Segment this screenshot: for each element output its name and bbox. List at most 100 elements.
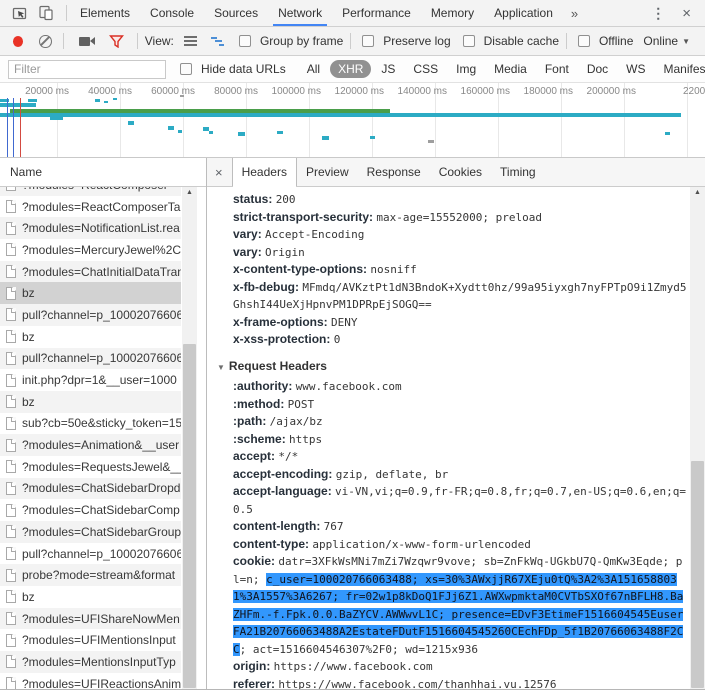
scrollbar-thumb[interactable] [183,344,196,688]
tab-network[interactable]: Network [268,0,332,26]
header-entry: status: 200 [233,191,688,209]
request-row[interactable]: pull?channel=p_10002076606 [0,304,181,326]
request-row[interactable]: ?modules=ChatInitialDataTran [0,261,181,283]
request-name: bz [22,330,35,344]
tab-sources[interactable]: Sources [204,0,268,26]
details-tab-preview[interactable]: Preview [297,158,358,186]
scroll-up-arrow-icon[interactable]: ▲ [182,189,197,196]
name-column-header[interactable]: Name [0,158,206,187]
load-event-marker [20,98,21,157]
header-name: accept-encoding: [233,467,332,481]
requests-scrollbar[interactable]: ▲ [182,187,197,689]
scrollbar-thumb[interactable] [691,461,704,688]
filter-type-doc[interactable]: Doc [579,60,616,78]
filter-type-all[interactable]: All [299,60,328,78]
disable-cache-checkbox[interactable] [463,35,475,47]
request-row[interactable]: ?modules=Animation&__user [0,434,181,456]
request-name: ?modules=ChatInitialDataTran [22,265,181,279]
request-row[interactable]: ?modules=NotificationList.rea [0,217,181,239]
request-row[interactable]: ?modules=UFIReactionsAnim [0,673,181,689]
details-scrollbar[interactable]: ▲ [690,187,705,689]
request-row[interactable]: bz [0,282,181,304]
timeline-tick-label: 80000 ms [198,86,258,97]
waterfall-bar [322,136,329,140]
request-row[interactable]: bz [0,391,181,413]
request-row[interactable]: ?modules=ReactComposerTa [0,196,181,218]
tab-console[interactable]: Console [140,0,204,26]
inspect-element-icon[interactable] [12,5,28,21]
request-row[interactable]: ?modules=ChatSidebarGroup [0,521,181,543]
disclosure-triangle-icon: ▼ [217,363,225,372]
clear-icon[interactable] [39,35,51,48]
request-row[interactable]: init.php?dpr=1&__user=1000 [0,369,181,391]
kebab-menu-icon[interactable]: ⋮ [642,5,674,22]
filter-type-ws[interactable]: WS [618,60,653,78]
section-header-request-headers[interactable]: ▼Request Headers [217,358,688,377]
filter-type-font[interactable]: Font [537,60,577,78]
scroll-up-arrow-icon[interactable]: ▲ [690,189,705,196]
request-row[interactable]: ?modules=ChatSidebarDropd [0,478,181,500]
request-row[interactable]: ?modules=RequestsJewel&__ [0,456,181,478]
more-tabs-chevron[interactable]: » [563,0,586,26]
request-row[interactable]: ?modules=ReactComposer [0,187,181,196]
details-tab-timing[interactable]: Timing [491,158,545,186]
hide-data-urls-checkbox[interactable] [180,63,192,75]
header-entry: x-xss-protection: 0 [233,331,688,349]
details-tab-response[interactable]: Response [358,158,430,186]
request-name: pull?channel=p_10002076606 [22,308,181,322]
throttling-dropdown-arrow-icon[interactable]: ▼ [682,37,690,46]
header-value: 200 [276,193,296,206]
request-row[interactable]: bz [0,586,181,608]
request-row[interactable]: pull?channel=p_10002076606 [0,348,181,370]
group-by-frame-checkbox[interactable] [239,35,251,47]
tab-elements[interactable]: Elements [70,0,140,26]
waterfall-bar [180,95,184,97]
divider [566,33,567,49]
header-value: max-age=15552000; preload [376,211,542,224]
timeline-tick-label: 100000 ms [261,86,321,97]
filter-type-xhr[interactable]: XHR [330,60,371,78]
throttling-select[interactable]: Online [643,34,678,48]
header-value: www.facebook.com [296,380,402,393]
filter-type-img[interactable]: Img [448,60,484,78]
request-row[interactable]: ?modules=UFIShareNowMen [0,608,181,630]
capture-screenshots-icon[interactable] [79,37,90,46]
preserve-log-checkbox[interactable] [362,35,374,47]
details-tab-cookies[interactable]: Cookies [430,158,491,186]
tab-performance[interactable]: Performance [332,0,421,26]
request-row[interactable]: ?modules=ChatSidebarComp [0,499,181,521]
details-panel: × HeadersPreviewResponseCookiesTiming st… [207,158,705,689]
filter-type-manifest[interactable]: Manifest [656,60,705,78]
tab-application[interactable]: Application [484,0,563,26]
record-button[interactable] [13,36,23,47]
filter-type-media[interactable]: Media [486,60,535,78]
request-row[interactable]: ?modules=MentionsInputTyp [0,651,181,673]
tab-memory[interactable]: Memory [421,0,484,26]
device-toolbar-icon[interactable] [38,5,54,21]
request-row[interactable]: ?modules=MercuryJewel%2C [0,239,181,261]
request-row[interactable]: pull?channel=p_10002076606 [0,543,181,565]
close-devtools-icon[interactable]: × [674,5,699,22]
filter-funnel-icon[interactable] [109,35,124,48]
request-row[interactable]: sub?cb=50e&sticky_token=15 [0,413,181,435]
header-entry: cookie: datr=3XFkWsMNi7mZi7Wzqwr9vove; s… [233,553,688,658]
document-icon [6,634,16,647]
overview-view-icon[interactable] [210,36,224,47]
header-entry: :path: /ajax/bz [233,413,688,431]
details-tabbar: × HeadersPreviewResponseCookiesTiming [207,158,705,187]
timeline-overview[interactable]: 20000 ms40000 ms60000 ms80000 ms100000 m… [0,83,705,158]
request-row[interactable]: probe?mode=stream&format [0,564,181,586]
filter-input[interactable] [8,60,166,79]
request-name: ?modules=ReactComposerTa [22,200,180,214]
filter-type-css[interactable]: CSS [405,60,446,78]
close-details-icon[interactable]: × [207,158,232,186]
request-rows-view-icon[interactable] [184,36,197,46]
document-icon [6,504,16,517]
request-row[interactable]: bz [0,326,181,348]
filter-type-js[interactable]: JS [373,60,403,78]
document-icon [6,612,16,625]
request-row[interactable]: ?modules=UFIMentionsInput [0,629,181,651]
offline-checkbox[interactable] [578,35,590,47]
request-name: bz [22,286,35,300]
details-tab-headers[interactable]: Headers [232,158,297,186]
